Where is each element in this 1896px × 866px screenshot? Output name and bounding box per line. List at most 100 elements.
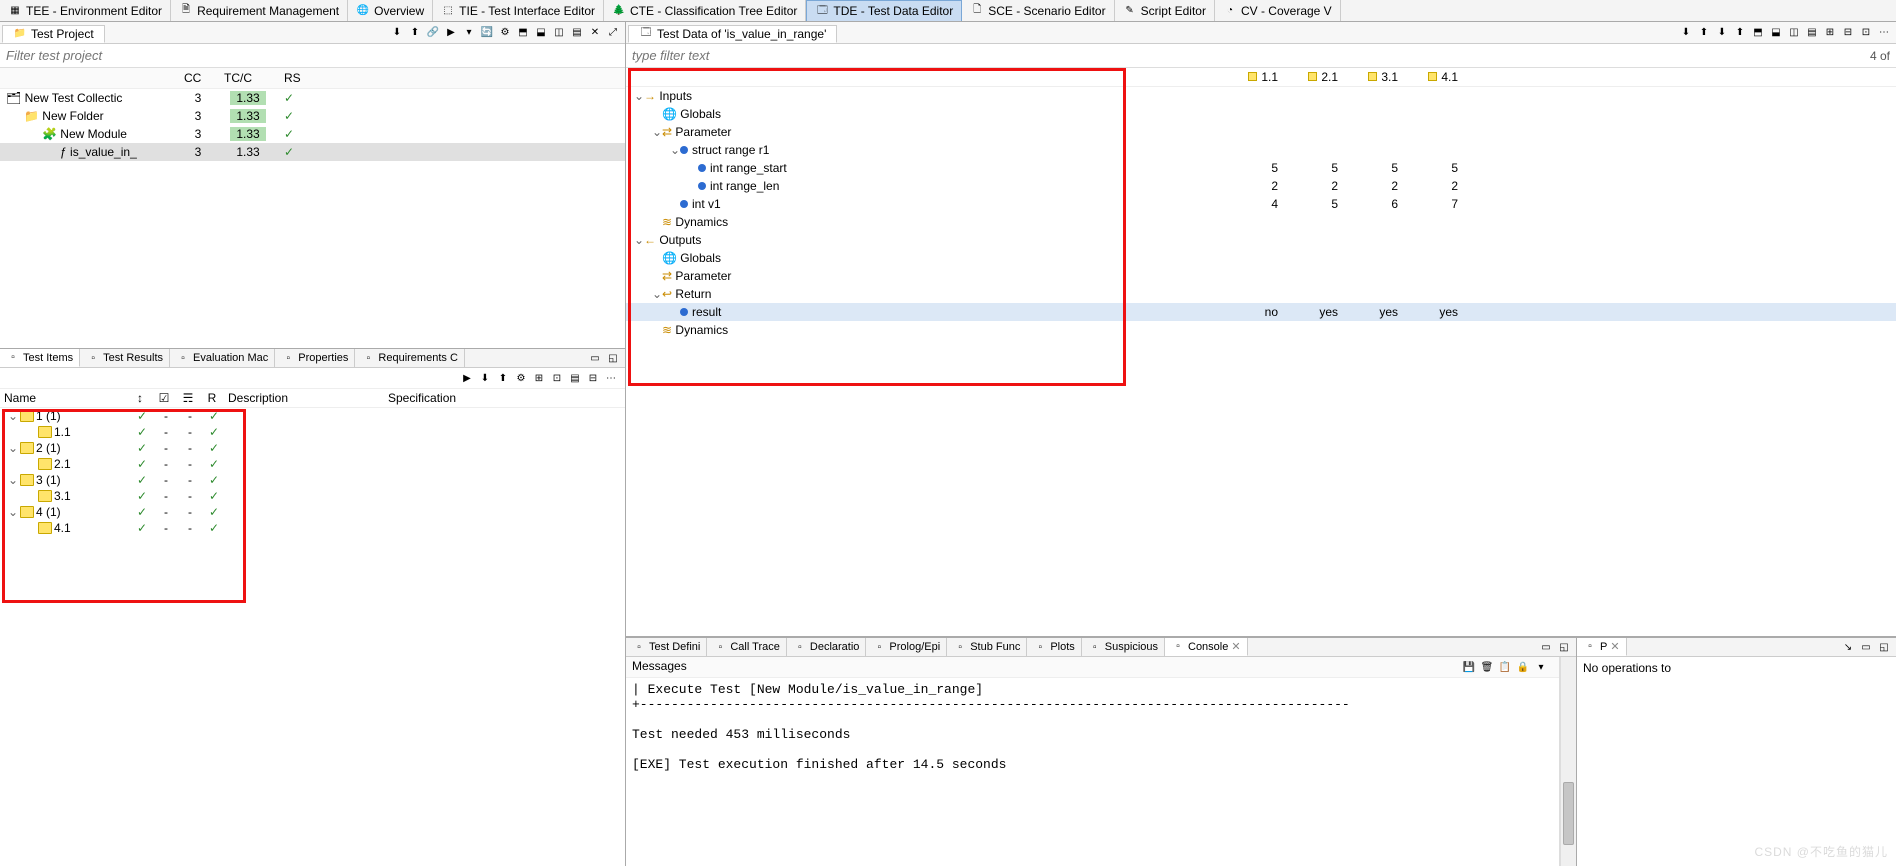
test-data-tab[interactable]: 🗔 Test Data of 'is_value_in_range'	[628, 25, 837, 43]
view-tab[interactable]: ▫Test Items	[0, 349, 80, 367]
test-data-cell[interactable]	[1406, 141, 1466, 159]
toolbar-button[interactable]: 🔄	[479, 25, 495, 41]
toolbar-button[interactable]: ▶	[459, 370, 475, 386]
col-tc-4[interactable]: 4.1	[1441, 70, 1458, 84]
test-data-cell[interactable]: yes	[1406, 303, 1466, 321]
items-col-sort[interactable]: ↕	[128, 389, 152, 407]
perspective-tab[interactable]: ✎Script Editor	[1115, 0, 1215, 21]
toolbar-button[interactable]: ⬒	[515, 25, 531, 41]
toolbar-button[interactable]: ⬇	[389, 25, 405, 41]
test-project-filter-input[interactable]	[0, 44, 625, 68]
test-data-cell[interactable]: 2	[1286, 177, 1346, 195]
toolbar-button[interactable]: 💾	[1461, 659, 1477, 675]
test-data-cell[interactable]: 2	[1346, 177, 1406, 195]
test-data-cell[interactable]	[1406, 87, 1466, 106]
test-data-cell[interactable]	[1226, 123, 1286, 141]
test-data-cell[interactable]	[1346, 123, 1406, 141]
toolbar-button[interactable]: ◫	[1786, 25, 1802, 41]
toolbar-button[interactable]: ▶	[443, 25, 459, 41]
view-tab[interactable]: ▫Declaratio	[787, 638, 867, 656]
toolbar-button[interactable]: ⊟	[1840, 25, 1856, 41]
test-data-cell[interactable]	[1406, 321, 1466, 339]
test-data-cell[interactable]: 5	[1406, 159, 1466, 177]
test-data-cell[interactable]	[1346, 213, 1406, 231]
test-data-cell[interactable]: 5	[1346, 159, 1406, 177]
test-data-filter-input[interactable]	[626, 44, 1864, 67]
toolbar-button[interactable]: ◫	[551, 25, 567, 41]
test-data-cell[interactable]: no	[1226, 303, 1286, 321]
test-data-cell[interactable]	[1286, 141, 1346, 159]
test-data-cell[interactable]	[1406, 213, 1466, 231]
toolbar-button[interactable]: ⊡	[549, 370, 565, 386]
minmax-button[interactable]: ◱	[605, 350, 621, 366]
toolbar-button[interactable]: ⬓	[533, 25, 549, 41]
test-data-cell[interactable]	[1346, 87, 1406, 106]
view-tab[interactable]: ▫Suspicious	[1082, 638, 1165, 656]
items-col-check[interactable]: ☑	[152, 389, 176, 407]
toolbar-button[interactable]: ✕	[587, 25, 603, 41]
toolbar-button[interactable]: ⋯	[1876, 25, 1892, 41]
project-tree-row[interactable]: ƒ is_value_in_ 3 1.33 ✓	[0, 143, 625, 161]
toolbar-button[interactable]: ⬆	[495, 370, 511, 386]
col-tcc[interactable]: TC/C	[218, 68, 278, 89]
test-data-cell[interactable]: 7	[1406, 195, 1466, 213]
toolbar-button[interactable]: ▭	[1538, 639, 1554, 655]
toolbar-button[interactable]: 🗑	[1479, 659, 1495, 675]
test-data-cell[interactable]	[1226, 141, 1286, 159]
toolbar-button[interactable]: ⚙	[497, 25, 513, 41]
minmax-button[interactable]: ▭	[587, 350, 603, 366]
test-data-cell[interactable]	[1286, 213, 1346, 231]
test-data-cell[interactable]	[1346, 141, 1406, 159]
test-data-cell[interactable]	[1226, 105, 1286, 123]
close-icon[interactable]: ✕	[1610, 640, 1619, 653]
toolbar-button[interactable]: ▾	[461, 25, 477, 41]
view-tab[interactable]: ▫Evaluation Mac	[170, 349, 275, 367]
toolbar-button[interactable]: ↘	[1840, 639, 1856, 655]
test-data-cell[interactable]	[1346, 285, 1406, 303]
toolbar-button[interactable]: ⬆	[407, 25, 423, 41]
test-data-cell[interactable]: 5	[1226, 159, 1286, 177]
toolbar-button[interactable]: ▤	[569, 25, 585, 41]
perspective-tab[interactable]: 🗔TDE - Test Data Editor	[806, 0, 962, 21]
test-data-cell[interactable]	[1346, 321, 1406, 339]
view-tab[interactable]: ▫Test Defini	[626, 638, 707, 656]
console-output[interactable]: | Execute Test [New Module/is_value_in_r…	[626, 678, 1559, 866]
toolbar-button[interactable]: 🔒	[1515, 659, 1531, 675]
test-data-cell[interactable]	[1406, 285, 1466, 303]
test-data-cell[interactable]	[1406, 123, 1466, 141]
test-data-cell[interactable]	[1286, 285, 1346, 303]
view-tab[interactable]: ▫Stub Func	[947, 638, 1027, 656]
test-project-tab[interactable]: 📁 Test Project	[2, 25, 105, 43]
col-tc-1[interactable]: 1.1	[1261, 70, 1278, 84]
view-tab[interactable]: ▫Test Results	[80, 349, 170, 367]
test-data-cell[interactable]: 5	[1286, 159, 1346, 177]
view-tab[interactable]: ▫Prolog/Epi	[866, 638, 947, 656]
perspective-tab[interactable]: ◔CV - Coverage V	[1215, 0, 1341, 21]
test-data-cell[interactable]	[1286, 87, 1346, 106]
toolbar-button[interactable]: ⬓	[1768, 25, 1784, 41]
test-data-cell[interactable]	[1226, 213, 1286, 231]
toolbar-button[interactable]: ▾	[1533, 659, 1549, 675]
toolbar-button[interactable]: ⊡	[1858, 25, 1874, 41]
toolbar-button[interactable]: ⚙	[513, 370, 529, 386]
scrollbar-vertical[interactable]	[1560, 657, 1576, 866]
toolbar-button[interactable]: ⬆	[1732, 25, 1748, 41]
items-col-name[interactable]: Name	[0, 389, 128, 407]
test-data-cell[interactable]	[1286, 321, 1346, 339]
test-data-cell[interactable]: 2	[1406, 177, 1466, 195]
perspective-tab[interactable]: ▦TEE - Environment Editor	[0, 0, 171, 21]
toolbar-button[interactable]: ▤	[1804, 25, 1820, 41]
toolbar-button[interactable]: ▤	[567, 370, 583, 386]
perspective-tab[interactable]: ⬚TIE - Test Interface Editor	[433, 0, 604, 21]
test-data-cell[interactable]: 2	[1226, 177, 1286, 195]
toolbar-button[interactable]: ⬒	[1750, 25, 1766, 41]
toolbar-button[interactable]: ⬇	[1714, 25, 1730, 41]
items-col-spec[interactable]: Specification	[384, 389, 460, 407]
perspective-tab[interactable]: 🌲CTE - Classification Tree Editor	[604, 0, 806, 21]
perspective-tab[interactable]: 🗎Requirement Management	[171, 0, 348, 21]
test-data-cell[interactable]	[1406, 249, 1466, 267]
toolbar-button[interactable]: ⊟	[585, 370, 601, 386]
test-data-cell[interactable]	[1346, 249, 1406, 267]
toolbar-button[interactable]: ◱	[1556, 639, 1572, 655]
test-data-cell[interactable]	[1346, 231, 1406, 249]
